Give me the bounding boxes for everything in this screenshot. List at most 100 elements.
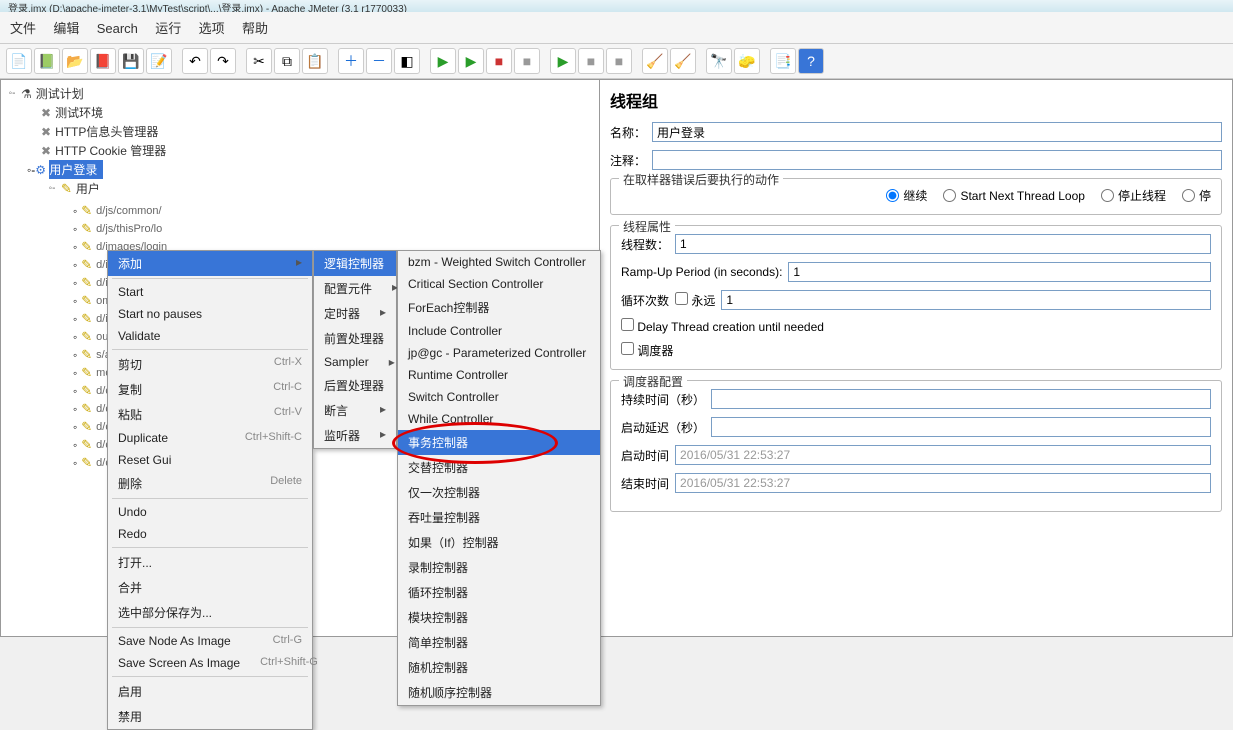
ctx-logic-item[interactable]: bzm - Weighted Switch Controller bbox=[398, 251, 600, 273]
ctx-logic-item[interactable]: 简单控制器 bbox=[398, 630, 600, 655]
new-icon[interactable]: 📄 bbox=[6, 48, 32, 74]
ctx-enable[interactable]: 启用 bbox=[108, 679, 312, 704]
ctx-delete[interactable]: 删除Delete bbox=[108, 471, 312, 496]
radio-start-next[interactable]: Start Next Thread Loop bbox=[943, 189, 1085, 203]
menu-help[interactable]: 帮助 bbox=[242, 21, 268, 36]
ctx-logic-item[interactable]: 吞吐量控制器 bbox=[398, 505, 600, 530]
templates-icon[interactable]: 📗 bbox=[34, 48, 60, 74]
redo-icon[interactable]: ↷ bbox=[210, 48, 236, 74]
remote-shutdown-icon[interactable]: ■ bbox=[606, 48, 632, 74]
ctx-logic-item[interactable]: Critical Section Controller bbox=[398, 273, 600, 295]
ctx-paste[interactable]: 粘贴Ctrl-V bbox=[108, 402, 312, 427]
cut-icon[interactable]: ✂ bbox=[246, 48, 272, 74]
start-icon[interactable]: ▶ bbox=[430, 48, 456, 74]
ctx-start-np[interactable]: Start no pauses bbox=[108, 303, 312, 325]
menu-run[interactable]: 运行 bbox=[155, 21, 181, 36]
scheduler-checkbox[interactable]: 调度器 bbox=[621, 342, 673, 359]
copy-icon[interactable]: ⧉ bbox=[274, 48, 300, 74]
ctx-timer[interactable]: 定时器▸ bbox=[314, 301, 396, 326]
func-helper-icon[interactable]: 📑 bbox=[770, 48, 796, 74]
search-icon[interactable]: 🔭 bbox=[706, 48, 732, 74]
tree-row[interactable]: ◦✎d/js/common/ bbox=[73, 202, 599, 220]
ctx-save-screen[interactable]: Save Screen As ImageCtrl+Shift-G bbox=[108, 652, 312, 674]
ctx-save-node[interactable]: Save Node As ImageCtrl-G bbox=[108, 630, 312, 652]
ctx-logic-item[interactable]: 模块控制器 bbox=[398, 605, 600, 630]
ctx-merge[interactable]: 合并 bbox=[108, 575, 312, 600]
ctx-open[interactable]: 打开... bbox=[108, 550, 312, 575]
remove-icon[interactable]: － bbox=[366, 48, 392, 74]
ctx-undo[interactable]: Undo bbox=[108, 501, 312, 523]
menu-search[interactable]: Search bbox=[97, 21, 138, 36]
ctx-start[interactable]: Start bbox=[108, 281, 312, 303]
menu-file[interactable]: 文件 bbox=[10, 21, 36, 36]
tree-env[interactable]: ✖测试环境 bbox=[27, 103, 593, 122]
ctx-copy[interactable]: 复制Ctrl-C bbox=[108, 377, 312, 402]
ctx-logic-item[interactable]: 仅一次控制器 bbox=[398, 480, 600, 505]
ctx-redo[interactable]: Redo bbox=[108, 523, 312, 545]
radio-continue[interactable]: 继续 bbox=[886, 187, 927, 204]
ctx-validate[interactable]: Validate bbox=[108, 325, 312, 347]
rampup-input[interactable] bbox=[788, 262, 1211, 282]
ctx-add[interactable]: 添加▸ bbox=[108, 251, 312, 276]
ctx-duplicate[interactable]: DuplicateCtrl+Shift-C bbox=[108, 427, 312, 449]
ctx-logic-controller[interactable]: 逻辑控制器▸ bbox=[314, 251, 396, 276]
ctx-sampler[interactable]: Sampler▸ bbox=[314, 351, 396, 373]
help-icon[interactable]: ? bbox=[798, 48, 824, 74]
tree-login-child[interactable]: ◦-✎用户 bbox=[47, 179, 593, 198]
clear-icon[interactable]: 🧹 bbox=[642, 48, 668, 74]
ctx-logic-item[interactable]: 随机控制器 bbox=[398, 655, 600, 680]
name-input[interactable] bbox=[652, 122, 1222, 142]
toggle-icon[interactable]: ◧ bbox=[394, 48, 420, 74]
start-noprep-icon[interactable]: ▶ bbox=[458, 48, 484, 74]
ctx-disable[interactable]: 禁用 bbox=[108, 704, 312, 729]
save-as-icon[interactable]: 📝 bbox=[146, 48, 172, 74]
ctx-logic-item[interactable]: While Controller bbox=[398, 408, 600, 430]
delay-checkbox[interactable]: Delay Thread creation until needed bbox=[621, 318, 824, 334]
ctx-logic-item[interactable]: 循环控制器 bbox=[398, 580, 600, 605]
add-icon[interactable]: ＋ bbox=[338, 48, 364, 74]
ctx-logic-item[interactable]: 随机顺序控制器 bbox=[398, 680, 600, 705]
start-time-input[interactable] bbox=[675, 445, 1211, 465]
remote-start-icon[interactable]: ▶ bbox=[550, 48, 576, 74]
tree-login-thread[interactable]: 用户登录 bbox=[49, 160, 103, 179]
duration-input[interactable] bbox=[711, 389, 1211, 409]
ctx-logic-item[interactable]: 交替控制器 bbox=[398, 455, 600, 480]
menu-edit[interactable]: 编辑 bbox=[53, 21, 79, 36]
ctx-logic-item[interactable]: ForEach控制器 bbox=[398, 295, 600, 320]
menu-options[interactable]: 选项 bbox=[199, 21, 225, 36]
tree-root[interactable]: ◦-⚗测试计划 bbox=[7, 84, 593, 103]
ctx-logic-item[interactable]: Include Controller bbox=[398, 320, 600, 342]
ctx-assert[interactable]: 断言▸ bbox=[314, 398, 396, 423]
end-time-input[interactable] bbox=[675, 473, 1211, 493]
startup-delay-input[interactable] bbox=[711, 417, 1211, 437]
ctx-config[interactable]: 配置元件▸ bbox=[314, 276, 396, 301]
ctx-listener[interactable]: 监听器▸ bbox=[314, 423, 396, 448]
ctx-logic-item[interactable]: Switch Controller bbox=[398, 386, 600, 408]
ctx-logic-item[interactable]: 录制控制器 bbox=[398, 555, 600, 580]
ctx-cut[interactable]: 剪切Ctrl-X bbox=[108, 352, 312, 377]
threads-input[interactable] bbox=[675, 234, 1211, 254]
save-icon[interactable]: 💾 bbox=[118, 48, 144, 74]
ctx-logic-item[interactable]: jp@gc - Parameterized Controller bbox=[398, 342, 600, 364]
remote-stop-icon[interactable]: ■ bbox=[578, 48, 604, 74]
shutdown-icon[interactable]: ■ bbox=[514, 48, 540, 74]
ctx-pre[interactable]: 前置处理器▸ bbox=[314, 326, 396, 351]
ctx-logic-item[interactable]: 如果（If）控制器 bbox=[398, 530, 600, 555]
radio-stop[interactable]: 停 bbox=[1182, 187, 1211, 204]
forever-checkbox[interactable]: 永远 bbox=[675, 292, 715, 309]
open-icon[interactable]: 📂 bbox=[62, 48, 88, 74]
loop-input[interactable] bbox=[721, 290, 1211, 310]
close-icon[interactable]: 📕 bbox=[90, 48, 116, 74]
ctx-post[interactable]: 后置处理器▸ bbox=[314, 373, 396, 398]
ctx-reset[interactable]: Reset Gui bbox=[108, 449, 312, 471]
tree-cookie-mgr[interactable]: ✖HTTP Cookie 管理器 bbox=[27, 141, 593, 160]
ctx-logic-item[interactable]: 事务控制器 bbox=[398, 430, 600, 455]
ctx-save-sel[interactable]: 选中部分保存为... bbox=[108, 600, 312, 625]
undo-icon[interactable]: ↶ bbox=[182, 48, 208, 74]
clear-all-icon[interactable]: 🧹 bbox=[670, 48, 696, 74]
radio-stop-thread[interactable]: 停止线程 bbox=[1101, 187, 1166, 204]
reset-search-icon[interactable]: 🧽 bbox=[734, 48, 760, 74]
ctx-logic-item[interactable]: Runtime Controller bbox=[398, 364, 600, 386]
tree-header-mgr[interactable]: ✖HTTP信息头管理器 bbox=[27, 122, 593, 141]
paste-icon[interactable]: 📋 bbox=[302, 48, 328, 74]
